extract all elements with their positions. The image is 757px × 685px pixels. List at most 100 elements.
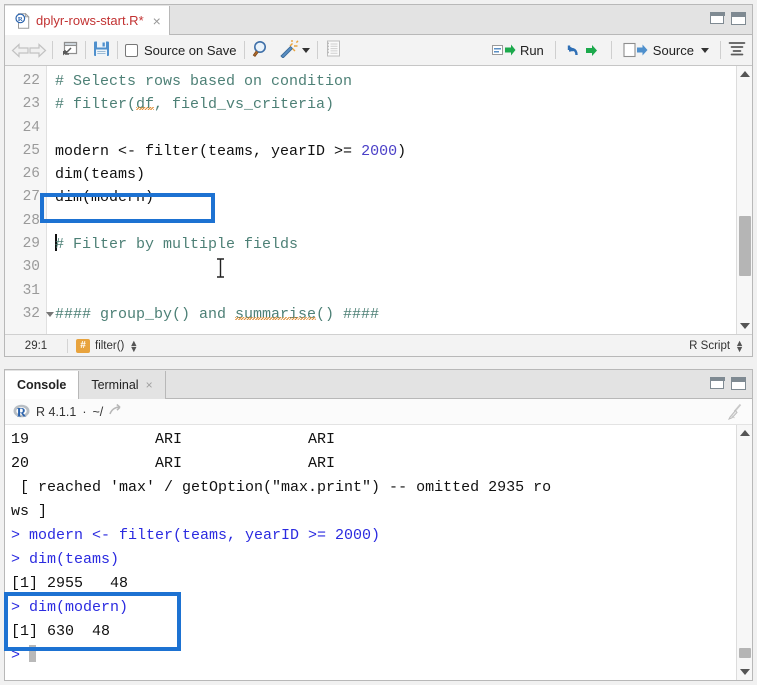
popout-icon[interactable] — [60, 40, 78, 60]
console-pane: Console Terminal × R R 4.1.1 · ~/ 19 ARI… — [4, 369, 753, 681]
chevron-down-icon[interactable] — [701, 47, 709, 53]
scroll-up-icon[interactable] — [740, 71, 750, 77]
line-number: 30 — [22, 259, 40, 276]
console-line: ws ] — [11, 503, 48, 520]
scrollbar-thumb[interactable] — [739, 216, 751, 276]
console-output-area[interactable]: 19 ARI ARI 20 ARI ARI [ reached 'max' / g… — [5, 425, 752, 680]
tab-label: Terminal — [91, 378, 139, 392]
console-line: 20 ARI ARI — [11, 455, 336, 472]
scroll-down-icon[interactable] — [740, 323, 750, 329]
toolbar-divider — [52, 41, 53, 59]
save-icon[interactable] — [93, 40, 110, 60]
code-line[interactable]: dim(modern) — [55, 186, 736, 209]
source-pane: R dplyr-rows-start.R* × Source on Save R… — [4, 4, 753, 357]
toolbar-divider — [610, 41, 612, 59]
source-button[interactable]: Source — [619, 40, 713, 60]
code-line[interactable]: #### group_by() and summarise() #### — [55, 303, 736, 326]
line-number: 32 — [5, 303, 54, 326]
code-token: modern <- filter(teams, yearID >= — [55, 142, 362, 160]
code-token: summarise — [235, 305, 317, 323]
source-tabbar: R dplyr-rows-start.R* × — [5, 5, 752, 35]
cursor-position: 29:1 — [24, 339, 48, 352]
console-line: > dim(teams) — [11, 551, 120, 568]
r-document-icon: R — [15, 12, 31, 29]
line-number: 23 — [22, 96, 40, 113]
console-line: > modern <- filter(teams, yearID >= 2000… — [11, 527, 381, 544]
code-text-area[interactable]: # Selects rows based on condition # filte… — [47, 66, 736, 334]
source-on-save-checkbox[interactable] — [125, 43, 138, 57]
scope-label[interactable]: filter() — [95, 340, 124, 352]
line-number: 27 — [22, 189, 40, 206]
code-line[interactable] — [55, 256, 736, 279]
code-token: () #### — [316, 305, 380, 323]
line-number: 22 — [22, 73, 40, 89]
notebook-icon[interactable] — [325, 40, 341, 60]
forward-arrow-icon[interactable] — [28, 42, 47, 58]
working-directory-label[interactable]: ~/ — [92, 405, 103, 419]
chevron-down-icon[interactable] — [301, 47, 310, 53]
magic-wand-icon[interactable] — [279, 39, 299, 61]
status-divider — [67, 338, 68, 353]
svg-text:R: R — [17, 405, 27, 420]
maximize-icon[interactable] — [731, 12, 746, 25]
toolbar-divider — [554, 41, 556, 59]
line-number: 24 — [22, 119, 40, 136]
scroll-up-icon[interactable] — [740, 430, 750, 436]
back-arrow-icon[interactable] — [11, 42, 29, 58]
console-tab-terminal[interactable]: Terminal × — [79, 371, 166, 399]
section-hash-badge: # — [76, 338, 90, 353]
open-in-new-icon[interactable] — [109, 403, 124, 420]
run-label: Run — [519, 42, 544, 58]
code-line[interactable]: # filter(df, field_vs_criteria) — [55, 93, 736, 116]
console-line: [1] 2955 48 — [11, 575, 129, 592]
session-separator: · — [82, 404, 87, 419]
code-line[interactable]: # Selects rows based on condition — [55, 70, 736, 93]
code-token: dim(modern) — [55, 189, 155, 207]
console-tab-console[interactable]: Console — [5, 371, 80, 399]
line-number: 31 — [22, 282, 40, 299]
rstudio-window: R dplyr-rows-start.R* × Source on Save R… — [0, 0, 757, 685]
source-label: Source — [652, 42, 694, 58]
close-icon[interactable]: × — [153, 14, 161, 28]
toolbar-divider — [85, 41, 86, 59]
rerun-button[interactable] — [563, 41, 604, 60]
console-tabbar: Console Terminal × — [5, 370, 752, 399]
file-type-stepper-icon[interactable]: ▲ ▼ — [735, 338, 744, 353]
code-editor[interactable]: 22 23 24 25 26 27 28 29 30 31 32 # Selects rows ba… — [5, 66, 752, 334]
line-number: 25 — [22, 142, 40, 159]
code-line[interactable]: modern <- filter(teams, yearID >= 2000) — [55, 140, 736, 163]
console-line: > — [11, 644, 736, 668]
code-line[interactable] — [55, 280, 736, 303]
maximize-icon[interactable] — [731, 377, 746, 390]
scrollbar-thumb[interactable] — [739, 648, 751, 658]
outline-icon[interactable] — [728, 41, 746, 59]
console-text[interactable]: 19 ARI ARI 20 ARI ARI [ reached 'max' / g… — [5, 425, 736, 680]
code-token: ) — [397, 142, 407, 160]
file-type-label[interactable]: R Script — [689, 340, 730, 352]
toolbar-divider — [117, 41, 118, 59]
code-token: dim(teams) — [55, 166, 146, 184]
console-cursor — [29, 645, 37, 662]
code-token: # filter( — [55, 96, 137, 114]
line-number: 26 — [22, 166, 40, 183]
tab-label: Console — [17, 378, 67, 392]
minimize-icon[interactable] — [709, 12, 725, 24]
source-tab-dplyr-rows-start[interactable]: R dplyr-rows-start.R* × — [5, 6, 170, 35]
editor-scrollbar[interactable] — [736, 66, 752, 334]
code-line[interactable]: dim(teams) — [55, 163, 736, 186]
scroll-down-icon[interactable] — [740, 669, 750, 675]
code-line[interactable]: # Filter by multiple fields — [55, 233, 736, 256]
run-button[interactable]: Run — [488, 41, 548, 60]
scope-stepper-icon[interactable]: ▲ ▼ — [129, 338, 138, 353]
code-line[interactable] — [55, 117, 736, 140]
close-icon[interactable]: × — [146, 378, 153, 392]
source-tab-label: dplyr-rows-start.R* — [36, 13, 144, 28]
console-scrollbar[interactable] — [736, 425, 752, 680]
line-number: 29 — [22, 236, 40, 253]
broom-icon[interactable] — [727, 403, 744, 423]
minimize-icon[interactable] — [709, 377, 725, 389]
search-icon[interactable] — [252, 40, 271, 61]
code-line[interactable] — [55, 210, 736, 233]
code-token: #### group_by() and — [55, 305, 236, 323]
code-token: 2000 — [361, 142, 398, 160]
